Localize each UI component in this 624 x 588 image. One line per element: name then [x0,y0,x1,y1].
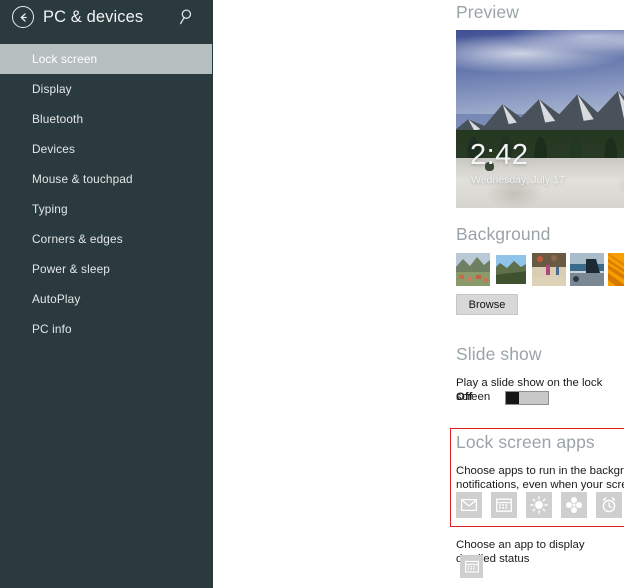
background-thumbnail-blue-sky-mountains[interactable] [494,253,528,286]
lock-screen-preview-image: 2:42 Wednesday, July 17 [456,30,624,208]
sidebar-item-label: Mouse & touchpad [32,172,133,186]
page-title: PC & devices [43,7,144,26]
preview-clock-date: Wednesday, July 17 [471,174,565,186]
sidebar-item-label: Lock screen [32,52,98,66]
search-icon[interactable] [179,8,197,26]
calendar-icon[interactable] [491,492,517,518]
messaging-icon[interactable] [561,492,587,518]
slideshow-toggle-state: Off [456,391,473,403]
background-thumbnail-market-beach[interactable] [532,253,566,286]
background-thumbnail-orange-abstract[interactable] [608,253,624,286]
lock-screen-apps-heading: Lock screen apps [456,432,595,452]
background-heading: Background [456,224,551,244]
sidebar-item-mouse-touchpad[interactable]: Mouse & touchpad [0,164,213,194]
mail-icon[interactable] [456,492,482,518]
sidebar-item-label: Bluetooth [32,112,84,126]
sidebar-item-label: Typing [32,202,68,216]
preview-heading: Preview [456,2,519,22]
slideshow-toggle[interactable] [505,391,549,405]
background-thumbnail-coastal-shore[interactable] [570,253,604,286]
sidebar-header: PC & devices [0,0,213,34]
sidebar-item-label: Display [32,82,72,96]
preview-clock-time: 2:42 [470,139,529,171]
sidebar-item-lock-screen[interactable]: Lock screen [0,44,212,74]
slideshow-heading: Slide show [456,344,542,364]
alarm-clock-icon[interactable] [596,492,622,518]
background-thumbnail-village-mountains[interactable] [456,253,490,286]
sidebar-item-display[interactable]: Display [0,74,213,104]
sidebar-item-typing[interactable]: Typing [0,194,213,224]
sidebar-item-label: Power & sleep [32,262,111,276]
sidebar-item-label: PC info [32,322,72,336]
sidebar-item-power-sleep[interactable]: Power & sleep [0,254,213,284]
sidebar-item-label: Corners & edges [32,232,123,246]
lock-screen-apps-description: Choose apps to run in the background and… [456,465,624,491]
sidebar-nav: Lock screen Display Bluetooth Devices Mo… [0,44,213,344]
sidebar-item-autoplay[interactable]: AutoPlay [0,284,213,314]
toggle-knob [506,392,519,404]
sidebar: PC & devices Lock screen Display Bluetoo… [0,0,213,588]
settings-content: Preview 2:42 Wednesday, July 17 Backgrou… [213,0,624,588]
sidebar-item-corners-edges[interactable]: Corners & edges [0,224,213,254]
back-arrow-icon[interactable] [12,6,34,28]
sidebar-item-bluetooth[interactable]: Bluetooth [0,104,213,134]
browse-button[interactable]: Browse [456,294,518,315]
background-thumbnail-list [456,253,624,286]
lock-screen-apps-list: + + [456,492,624,518]
detailed-status-calendar-icon[interactable] [460,555,483,578]
pc-settings-window: PC & devices Lock screen Display Bluetoo… [0,0,624,588]
sidebar-item-label: Devices [32,142,76,156]
sidebar-item-label: AutoPlay [32,292,81,306]
weather-sun-icon[interactable] [526,492,552,518]
sidebar-item-pc-info[interactable]: PC info [0,314,213,344]
sidebar-item-devices[interactable]: Devices [0,134,213,164]
